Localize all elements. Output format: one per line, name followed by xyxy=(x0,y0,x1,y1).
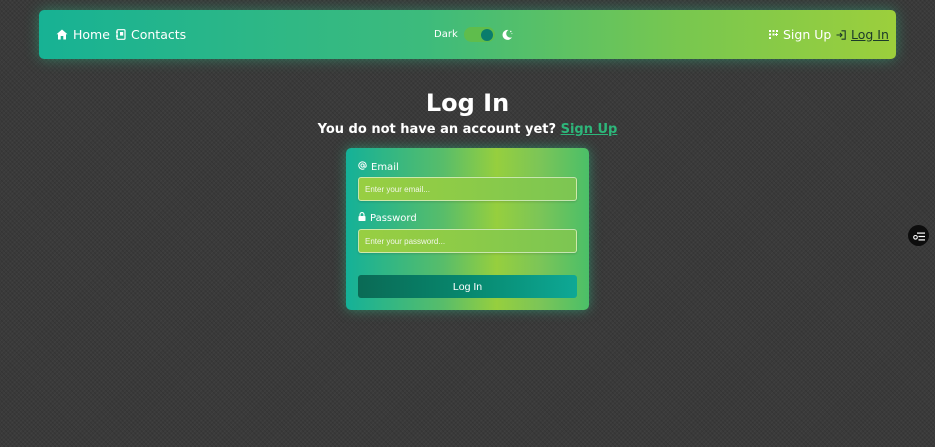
nav-signup-label: Sign Up xyxy=(783,27,832,42)
signup-prompt-text: You do not have an account yet? xyxy=(317,122,557,137)
password-label-text: Password xyxy=(370,212,417,224)
home-icon xyxy=(56,29,68,40)
moon-icon xyxy=(501,29,513,41)
signup-link[interactable]: Sign Up xyxy=(561,122,618,137)
nav-home-link[interactable]: Home xyxy=(56,10,110,59)
email-label: Email xyxy=(358,161,399,173)
nav-contacts-label: Contacts xyxy=(131,27,187,42)
top-navbar: Home Contacts Dark Sign Up Log In xyxy=(39,10,896,59)
signup-prompt: You do not have an account yet? Sign Up xyxy=(0,120,935,140)
lock-icon xyxy=(358,212,366,224)
email-field[interactable] xyxy=(358,177,577,201)
floating-settings-button[interactable] xyxy=(908,225,929,246)
theme-switcher: Dark xyxy=(434,10,513,59)
password-field[interactable] xyxy=(358,229,577,253)
nav-home-label: Home xyxy=(73,27,110,42)
dark-mode-toggle[interactable] xyxy=(463,27,495,42)
address-book-icon xyxy=(116,29,126,40)
nav-login-link[interactable]: Log In xyxy=(836,10,889,59)
login-submit-button[interactable]: Log In xyxy=(358,275,577,298)
password-label: Password xyxy=(358,212,417,224)
toggle-knob xyxy=(480,28,493,41)
email-label-text: Email xyxy=(371,161,399,173)
page-title: Log In xyxy=(425,89,510,117)
nav-login-label: Log In xyxy=(851,27,889,42)
login-form: Email Password Log In xyxy=(346,148,589,310)
nav-signup-link[interactable]: Sign Up xyxy=(769,10,831,59)
nav-contacts-link[interactable]: Contacts xyxy=(116,10,186,59)
sign-in-icon xyxy=(836,29,846,40)
at-icon xyxy=(358,161,367,173)
theme-label: Dark xyxy=(434,29,458,40)
grid-plus-icon xyxy=(769,30,778,39)
filter-settings-icon xyxy=(912,226,925,245)
